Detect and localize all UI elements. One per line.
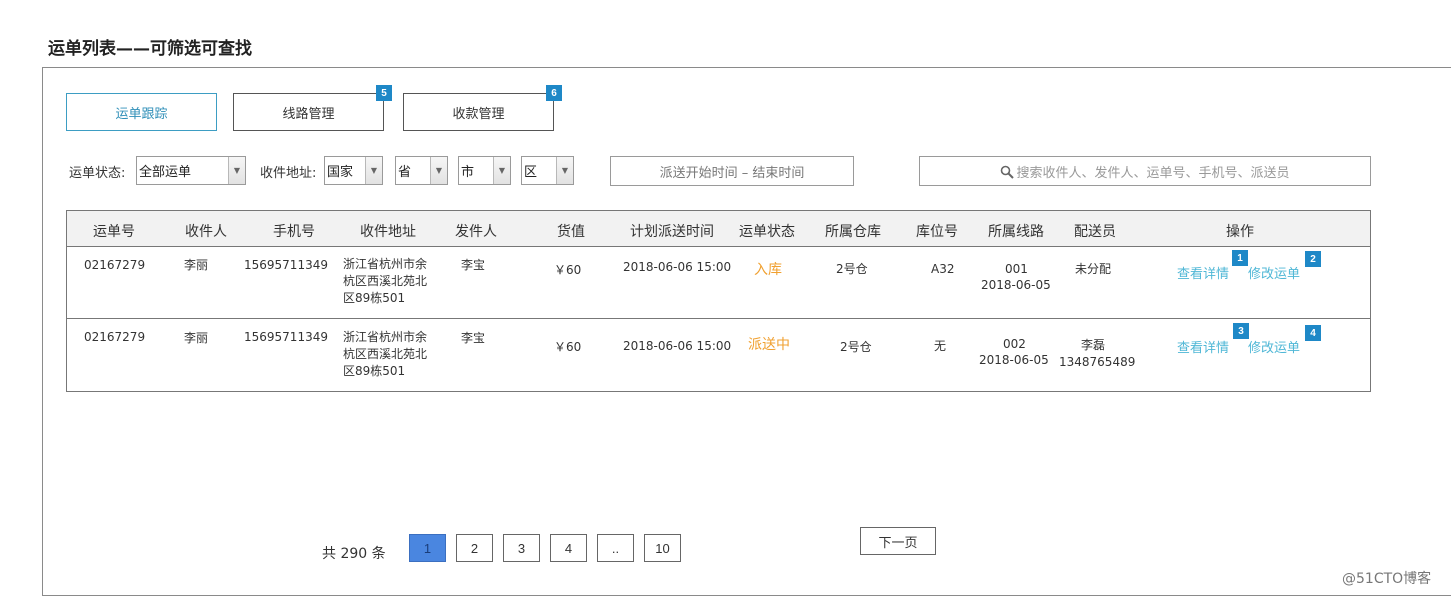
- column-header: 库位号: [916, 224, 958, 240]
- planned-delivery-time: 2018-06-06 15:00: [623, 339, 732, 353]
- planned-delivery-time: 2018-06-06 15:00: [623, 260, 732, 274]
- column-header: 计划派送时间: [630, 224, 714, 240]
- annotation-marker: 2: [1305, 251, 1321, 267]
- annotation-marker: 4: [1305, 325, 1321, 341]
- chevron-down-icon: ▼: [493, 157, 510, 184]
- waybill-table: 运单号 收件人 手机号 收件地址 发件人 货值 计划派送时间 运单状态 所属仓库…: [66, 210, 1371, 392]
- chevron-down-icon: ▼: [556, 157, 573, 184]
- edit-waybill-link[interactable]: 修改运单: [1248, 337, 1300, 356]
- column-header: 货值: [557, 224, 585, 240]
- annotation-marker: 6: [546, 85, 562, 101]
- courier-name: 未分配: [1075, 262, 1112, 276]
- page-button-4[interactable]: 4: [550, 534, 587, 562]
- province-select[interactable]: 省 ▼: [395, 156, 448, 185]
- row-divider: [67, 318, 1370, 319]
- recipient-address: 浙江省杭州市余杭区西溪北苑北区89栋501: [343, 330, 428, 378]
- table-header: 运单号 收件人 手机号 收件地址 发件人 货值 计划派送时间 运单状态 所属仓库…: [67, 211, 1370, 247]
- column-header: 所属线路: [988, 224, 1044, 240]
- city-select[interactable]: 市 ▼: [458, 156, 511, 185]
- chevron-down-icon: ▼: [430, 157, 447, 184]
- annotation-marker: 5: [376, 85, 392, 101]
- search-placeholder: 搜索收件人、发件人、运单号、手机号、派送员: [1016, 165, 1290, 181]
- route-date: 2018-06-05: [981, 278, 1051, 292]
- recipient-name: 李丽: [184, 258, 209, 272]
- city-select-value: 市: [461, 165, 475, 180]
- goods-value: ￥60: [554, 263, 582, 277]
- warehouse: 2号仓: [840, 340, 872, 354]
- route-date: 2018-06-05: [979, 353, 1049, 367]
- order-number: 02167279: [84, 330, 146, 344]
- goods-value: ￥60: [554, 340, 582, 354]
- watermark: @51CTO博客: [1342, 571, 1432, 587]
- status-badge: 派送中: [748, 337, 790, 353]
- search-icon: [1000, 165, 1015, 179]
- date-range-placeholder: 派送开始时间 – 结束时间: [659, 165, 805, 181]
- courier-name: 李磊: [1081, 338, 1106, 352]
- view-details-link[interactable]: 查看详情: [1177, 263, 1229, 282]
- tab-payment-management[interactable]: 收款管理: [403, 93, 554, 131]
- route-number: 001: [1005, 262, 1028, 276]
- phone-number: 15695711349: [244, 258, 328, 272]
- sender-name: 李宝: [461, 331, 486, 345]
- chevron-down-icon: ▼: [228, 157, 245, 184]
- view-details-link[interactable]: 查看详情: [1177, 337, 1229, 356]
- edit-waybill-link[interactable]: 修改运单: [1248, 263, 1300, 282]
- search-input[interactable]: 搜索收件人、发件人、运单号、手机号、派送员: [919, 156, 1371, 186]
- chevron-down-icon: ▼: [365, 157, 382, 184]
- page-button-10[interactable]: 10: [644, 534, 681, 562]
- courier-phone: 1348765489: [1059, 355, 1136, 369]
- column-header: 收件人: [185, 224, 227, 240]
- page-button-2[interactable]: 2: [456, 534, 493, 562]
- order-number: 02167279: [84, 258, 146, 272]
- status-badge: 入库: [754, 262, 782, 278]
- column-header: 发件人: [455, 224, 497, 240]
- page-button-3[interactable]: 3: [503, 534, 540, 562]
- district-select-value: 区: [524, 165, 538, 180]
- next-page-button[interactable]: 下一页: [860, 527, 936, 555]
- page-title: 运单列表——可筛选可查找: [48, 39, 252, 59]
- page-button-1[interactable]: 1: [409, 534, 446, 562]
- recipient-name: 李丽: [184, 331, 209, 345]
- country-select-value: 国家: [327, 165, 354, 180]
- district-select[interactable]: 区 ▼: [521, 156, 574, 185]
- column-header: 运单状态: [739, 224, 795, 240]
- tab-route-management[interactable]: 线路管理: [233, 93, 384, 131]
- column-header: 操作: [1226, 224, 1254, 240]
- storage-location: 无: [934, 339, 947, 353]
- recipient-address: 浙江省杭州市余杭区西溪北苑北区89栋501: [343, 257, 428, 305]
- annotation-marker: 1: [1232, 250, 1248, 266]
- annotation-marker: 3: [1233, 323, 1249, 339]
- date-range-input[interactable]: 派送开始时间 – 结束时间: [610, 156, 854, 186]
- status-select-value: 全部运单: [139, 165, 192, 180]
- warehouse: 2号仓: [836, 262, 868, 276]
- column-header: 运单号: [93, 224, 135, 240]
- sender-name: 李宝: [461, 258, 486, 272]
- status-filter-label: 运单状态:: [69, 166, 126, 181]
- column-header: 配送员: [1074, 224, 1116, 240]
- tab-waybill-tracking[interactable]: 运单跟踪: [66, 93, 217, 131]
- storage-location: A32: [931, 262, 955, 276]
- address-filter-label: 收件地址:: [260, 166, 317, 181]
- status-select[interactable]: 全部运单 ▼: [136, 156, 246, 185]
- column-header: 所属仓库: [825, 224, 881, 240]
- column-header: 手机号: [273, 224, 315, 240]
- total-count: 共 290 条: [322, 546, 386, 562]
- column-header: 收件地址: [360, 224, 416, 240]
- country-select[interactable]: 国家 ▼: [324, 156, 383, 185]
- page-ellipsis[interactable]: ..: [597, 534, 634, 562]
- phone-number: 15695711349: [244, 330, 328, 344]
- province-select-value: 省: [398, 165, 412, 180]
- route-number: 002: [1003, 337, 1026, 351]
